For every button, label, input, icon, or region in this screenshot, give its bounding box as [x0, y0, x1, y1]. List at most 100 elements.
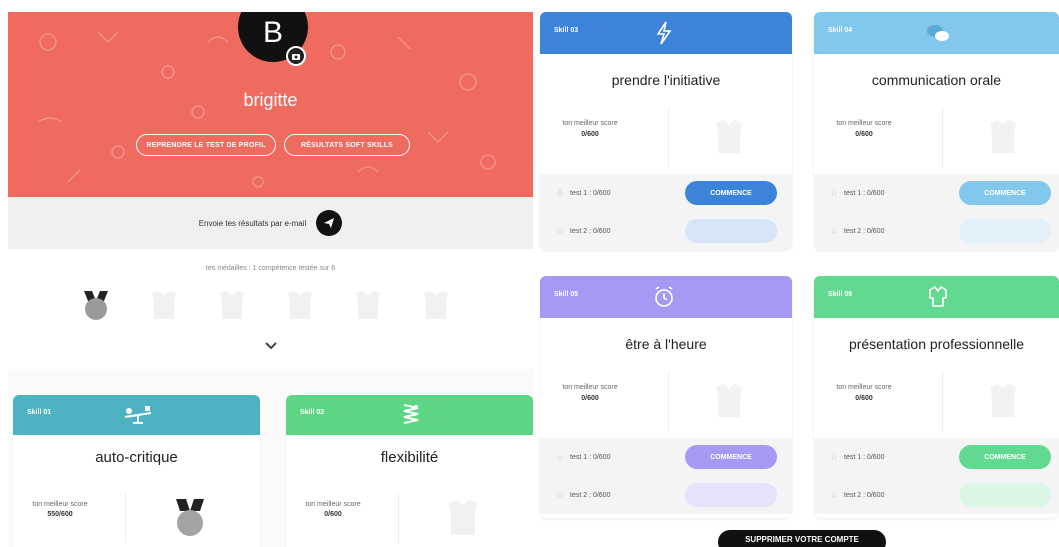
divider	[942, 371, 943, 431]
medal-locked-icon	[152, 291, 176, 319]
best-score: ton meilleur score 550/600	[25, 501, 95, 518]
skill-card-header: Skill 01	[13, 395, 260, 435]
medal-locked-icon	[449, 500, 477, 535]
test-label: test 2 : 0/600	[844, 227, 885, 235]
best-score: ton meilleur score 0/600	[298, 501, 368, 518]
test-label: test 1 : 0/600	[844, 453, 885, 461]
medals-count-text: tes médailles : 1 compétence testée sur …	[205, 265, 336, 272]
best-score: ton meilleur score 0/600	[824, 384, 904, 402]
best-score: ton meilleur score 0/600	[550, 120, 630, 138]
chat-bubbles-icon	[927, 25, 949, 41]
medal-locked-icon	[288, 291, 312, 319]
medal-row	[78, 287, 454, 323]
test-row: ☆ test 2 : 0/600	[814, 212, 1059, 250]
medal-locked-icon	[990, 120, 1016, 153]
best-score-value: 0/600	[324, 511, 342, 518]
delete-account-button[interactable]: Supprimer votre compte	[718, 530, 886, 547]
begin-test2-button	[959, 219, 1051, 243]
begin-test1-button[interactable]: Commence	[685, 181, 777, 205]
skill-card-header: Skill 05	[540, 276, 792, 318]
medal-locked-icon	[220, 291, 244, 319]
test-row: ☆ test 1 : 0/600 Commence	[814, 174, 1059, 212]
skill-title: prendre l'initiative	[611, 72, 721, 88]
skill-card-presentation-professionnelle[interactable]: Skill 06 présentation professionnelle to…	[814, 276, 1059, 518]
best-score-label: ton meilleur score	[836, 384, 892, 391]
test-row: ☆ test 2 : 0/600	[540, 212, 792, 250]
skill-title: communication orale	[871, 72, 1002, 88]
skill-tag: Skill 05	[554, 291, 579, 298]
best-score-label: ton meilleur score	[562, 120, 618, 127]
tests-section: ☆ test 1 : 0/600 Commence ☆ test 2 : 0/6…	[540, 174, 792, 250]
skill-card-auto-critique[interactable]: Skill 01 auto-critique ton meilleur scor…	[13, 395, 260, 547]
soft-skills-results-button[interactable]: Résultats soft skills	[284, 134, 410, 156]
test-label: test 2 : 0/600	[570, 491, 611, 499]
divider	[942, 107, 943, 167]
begin-test1-button[interactable]: Commence	[685, 445, 777, 469]
test-label: test 2 : 0/600	[844, 491, 885, 499]
test-row: ☆ test 1 : 0/600 Commence	[814, 438, 1059, 476]
star-icon: ☆	[830, 225, 839, 236]
retake-profile-test-button[interactable]: Reprendre le test de profil	[136, 134, 276, 156]
star-icon: ☆	[556, 187, 565, 198]
test-label: test 1 : 0/600	[844, 189, 885, 197]
profile-hero: B brigitte Reprendre le test de profil R…	[8, 12, 533, 197]
shirt-icon	[929, 285, 947, 307]
lightning-icon	[656, 21, 672, 45]
best-score: ton meilleur score 0/600	[550, 384, 630, 402]
best-score-value: 0/600	[581, 395, 599, 402]
test-row: ☆ test 1 : 0/600 Commence	[540, 438, 792, 476]
camera-icon[interactable]	[286, 46, 306, 66]
skill-card-header: Skill 03	[540, 12, 792, 54]
star-icon: ☆	[830, 451, 839, 462]
medals-section: tes médailles : 1 compétence testée sur …	[8, 249, 533, 369]
medal-earned-icon	[84, 291, 108, 320]
skill-title: flexibilité	[380, 449, 439, 466]
email-results-label: Envoie tes résultats par e-mail	[198, 218, 307, 228]
skill-card-header: Skill 02	[286, 395, 533, 435]
test-label: test 1 : 0/600	[570, 189, 611, 197]
begin-test2-button	[685, 219, 777, 243]
skill-title: auto-critique	[95, 449, 178, 466]
test-row: ☆ test 2 : 0/600	[540, 476, 792, 514]
best-score-value: 0/600	[855, 395, 873, 402]
divider	[398, 493, 399, 543]
divider	[668, 107, 669, 167]
skill-tag: Skill 02	[300, 409, 325, 416]
best-score-value: 0/600	[581, 131, 599, 138]
seesaw-icon	[124, 406, 152, 424]
skill-tag: Skill 06	[828, 291, 853, 298]
send-email-button[interactable]	[316, 210, 343, 236]
divider	[668, 371, 669, 431]
begin-test1-button[interactable]: Commence	[959, 181, 1051, 205]
star-icon: ☆	[556, 489, 565, 500]
skill-card-etre-a-l-heure[interactable]: Skill 05 être à l'heure ton meilleur sco…	[540, 276, 792, 518]
best-score-value: 550/600	[47, 511, 73, 518]
skill-card-prendre-initiative[interactable]: Skill 03 prendre l'initiative ton meille…	[540, 12, 792, 250]
alarm-clock-icon	[655, 286, 673, 307]
skill-tag: Skill 04	[828, 27, 853, 34]
star-icon: ☆	[556, 225, 565, 236]
skill-card-flexibilite[interactable]: Skill 02 flexibilité ton meilleur score 0…	[286, 395, 533, 547]
skill-title: être à l'heure	[625, 336, 707, 352]
skill-card-header: Skill 04	[814, 12, 1059, 54]
skill-tag: Skill 01	[27, 409, 52, 416]
test-row: ☆ test 1 : 0/600 Commence	[540, 174, 792, 212]
skill-title: présentation professionnelle	[848, 336, 1025, 352]
best-score-label: ton meilleur score	[305, 501, 361, 508]
medal-locked-icon	[990, 384, 1016, 417]
medal-locked-icon	[356, 291, 380, 319]
test-label: test 2 : 0/600	[570, 227, 611, 235]
best-score: ton meilleur score 0/600	[824, 120, 904, 138]
profile-panel: B brigitte Reprendre le test de profil R…	[8, 12, 533, 547]
begin-test1-button[interactable]: Commence	[959, 445, 1051, 469]
medal-earned-icon	[176, 499, 204, 536]
skill-card-header: Skill 06	[814, 276, 1059, 318]
chevron-down-icon[interactable]	[264, 341, 278, 351]
best-score-label: ton meilleur score	[32, 501, 88, 508]
tests-section: ☆ test 1 : 0/600 Commence ☆ test 2 : 0/6…	[540, 438, 792, 514]
skill-card-communication-orale[interactable]: Skill 04 communication orale ton meilleu…	[814, 12, 1059, 250]
star-icon: ☆	[830, 187, 839, 198]
medal-locked-icon	[716, 120, 742, 153]
medal-locked-icon	[424, 291, 448, 319]
skill-tag: Skill 03	[554, 27, 579, 34]
